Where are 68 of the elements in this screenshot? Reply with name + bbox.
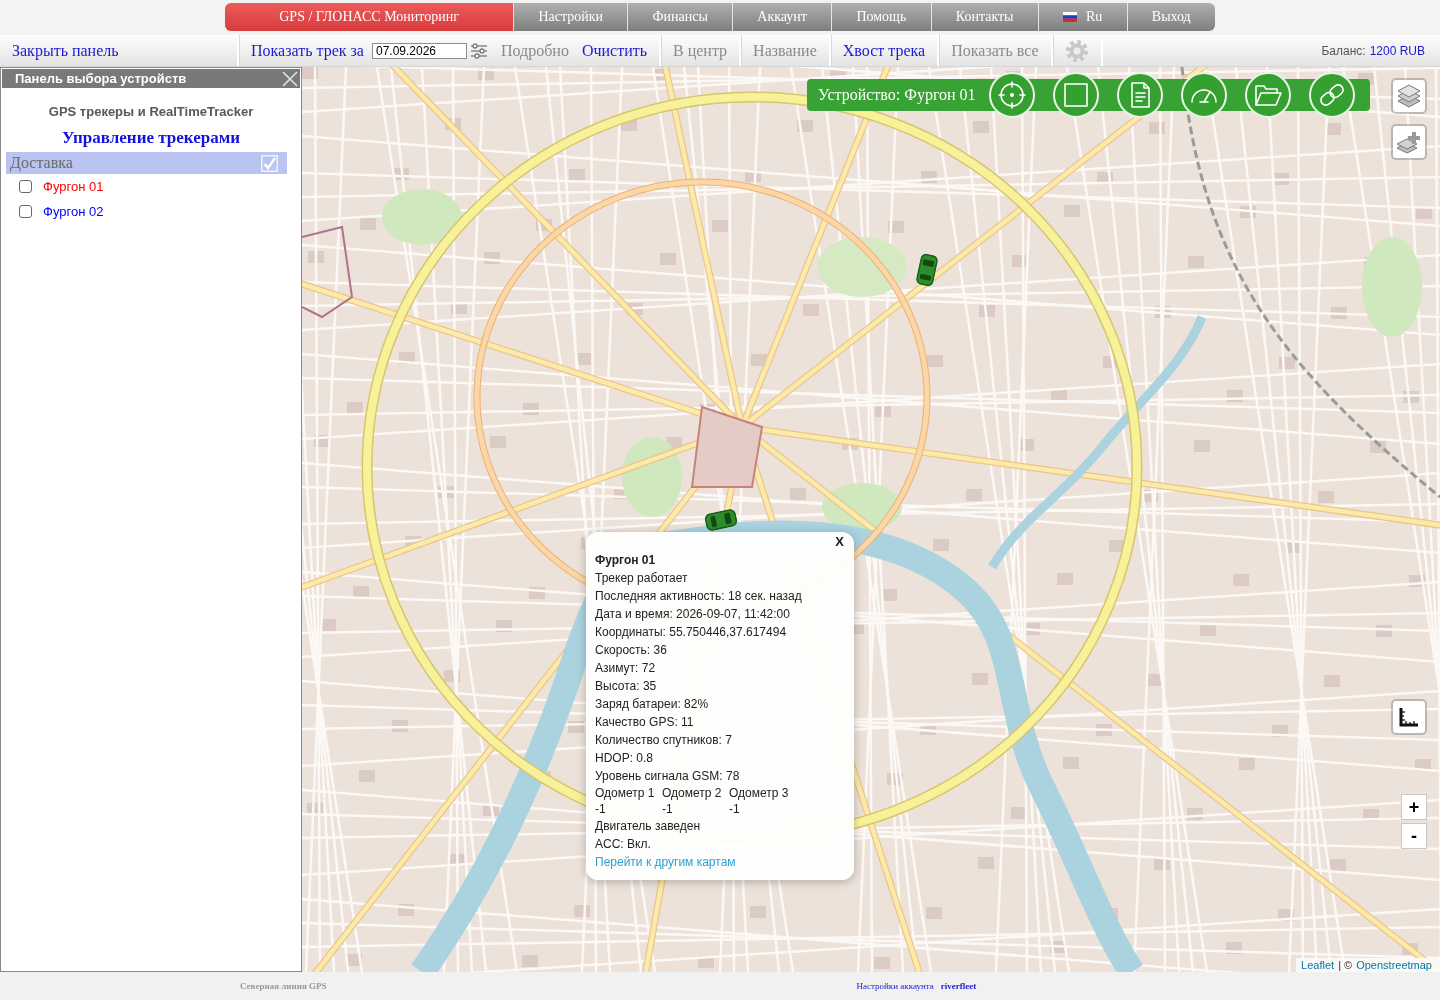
odometer-value: -1 [729, 801, 741, 817]
attribution-separator: | © [1338, 959, 1353, 971]
date-field[interactable]: 07.09.2026 [371, 42, 467, 59]
popup-line: Скорость: 36 [595, 642, 668, 659]
nav-tab[interactable]: Финансы [627, 3, 733, 31]
popup-line: Координаты: 55.750446,37.617494 [595, 624, 788, 641]
other-maps-link[interactable]: Перейти к другим картам [595, 853, 845, 871]
username-link[interactable]: riverfleet [940, 981, 977, 991]
nav-tab[interactable]: Аккаунт [732, 3, 832, 31]
popup-line: Трекер работает [595, 570, 689, 587]
nav-tab[interactable]: Настройки [513, 3, 628, 31]
nav-tab[interactable]: Выход [1126, 3, 1215, 31]
toolbar-link[interactable]: Очистить [581, 41, 647, 60]
close-icon[interactable] [281, 69, 299, 88]
balance-value[interactable]: 1200 RUB [1369, 43, 1425, 58]
popup-line: Двигатель заведен [595, 818, 702, 835]
panel-heading: Управление трекерами [60, 128, 242, 148]
device-group-row[interactable]: Доставка [6, 152, 287, 174]
odometer-value: -1 [662, 801, 674, 817]
layers-button[interactable] [1391, 78, 1427, 114]
odometer-label: Одометр 2 [662, 785, 723, 801]
popup-line: Уровень сигнала GSM: 78 [595, 768, 741, 785]
panel-title: Панель выбора устройств [15, 71, 187, 86]
square-icon [1061, 80, 1091, 110]
popup-close-button[interactable]: X [835, 534, 844, 549]
odometer-value: -1 [595, 801, 607, 817]
leaflet-link[interactable]: Leaflet [1301, 959, 1335, 971]
openstreetmap-link[interactable]: Openstreetmap [1356, 959, 1432, 971]
nav-tab[interactable]: Контакты [930, 3, 1038, 31]
odometer-label: Одометр 1 [595, 785, 656, 801]
zoom-out-button[interactable]: - [1401, 823, 1427, 849]
flag-icon [1063, 12, 1077, 22]
nav-tab[interactable]: Помощь [831, 3, 931, 31]
device-name[interactable]: Фургон 01 [43, 179, 104, 194]
sliders-icon[interactable] [469, 41, 488, 60]
popup-line: Заряд батареи: 82% [595, 696, 710, 713]
crosshair-icon [997, 80, 1027, 110]
popup-line: HDOP: 0.8 [595, 750, 655, 767]
car-icon[interactable] [914, 252, 940, 288]
toolbar-link[interactable]: Хвост трека [842, 41, 926, 60]
language-tab[interactable]: Ru [1037, 3, 1127, 31]
device-checkbox[interactable] [19, 180, 32, 193]
panel-subtitle: GPS трекеры и RealTimeTracker [47, 104, 255, 119]
car-icon[interactable] [703, 507, 739, 533]
zoom-in-button[interactable]: + [1401, 794, 1427, 820]
popup-line: Азимут: 72 [595, 660, 657, 677]
device-checkbox[interactable] [19, 205, 32, 218]
footer-brand: Северная линия GPS [240, 981, 327, 991]
popup-line: Количество спутников: 7 [595, 732, 733, 749]
layers-icon [1396, 83, 1422, 109]
close-panel-link[interactable]: Закрыть панель [12, 41, 119, 60]
popup-line: Высота: 35 [595, 678, 658, 695]
popup-line: Последняя активность: 18 сек. назад [595, 588, 803, 605]
device-name[interactable]: Фургон 02 [43, 204, 104, 219]
add-layer-button[interactable] [1391, 124, 1427, 160]
odometer-label: Одометр 3 [729, 785, 790, 801]
popup-line: ACC: Вкл. [595, 836, 652, 853]
popup-line: Дата и время: 2026-09-07, 11:42:00 [595, 606, 791, 623]
popup-title: Фургон 01 [595, 552, 657, 569]
balance-label: Баланс: [1321, 43, 1366, 58]
device-label: Устройство: Фургон 01 [818, 86, 976, 104]
layers-plus-icon [1396, 129, 1422, 155]
show-track-label: Показать трек за [251, 41, 364, 60]
group-checkbox[interactable] [261, 154, 278, 172]
account-settings-link[interactable]: Настройки аккаунта [856, 981, 934, 991]
ruler-button[interactable] [1391, 699, 1427, 735]
popup-line: Качество GPS: 11 [595, 714, 695, 731]
nav-tab[interactable]: GPS / ГЛОНАСС Мониторинг [225, 3, 514, 31]
